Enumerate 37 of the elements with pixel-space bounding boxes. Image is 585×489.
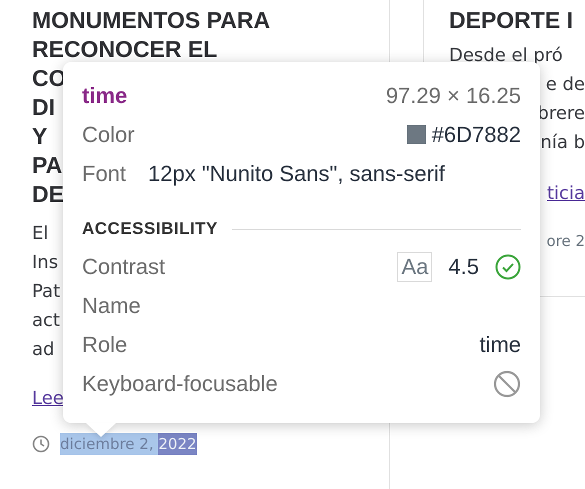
date-text: diciembre 2,	[60, 433, 158, 455]
property-value: time	[479, 332, 521, 358]
property-value: 12px "Nunito Sans", sans-serif	[148, 160, 445, 186]
article-text: nía b	[540, 131, 585, 155]
date-text: ore 2	[546, 231, 585, 252]
article-title: MONUMENTOS PARA	[32, 6, 270, 35]
check-circle-icon	[495, 254, 521, 280]
article-title: RECONOCER EL	[32, 35, 218, 64]
date-text: 2022	[158, 433, 197, 455]
article-text: Ins	[32, 251, 58, 275]
property-label: Name	[82, 292, 141, 318]
property-label: Keyboard-focusable	[82, 370, 278, 396]
element-size: 97.29 × 16.25	[386, 82, 521, 108]
article-text: Pat	[32, 280, 60, 304]
article-text: Desde el pró	[449, 44, 563, 68]
article-text: e de	[546, 73, 585, 97]
property-label: Color	[82, 122, 135, 148]
read-more-link[interactable]: Lee	[32, 384, 64, 413]
color-value: #6D7882	[432, 122, 521, 148]
element-tag: time	[82, 82, 128, 108]
article-title: DI	[32, 93, 55, 122]
article-title: DE	[32, 180, 64, 209]
article-title: DEPORTE I	[449, 6, 573, 35]
article-title: Y	[32, 122, 48, 151]
contrast-value: 4.5	[448, 254, 479, 280]
section-title: ACCESSIBILITY	[82, 219, 218, 239]
clock-icon	[32, 435, 50, 453]
article-text: ad	[32, 338, 54, 362]
article-title: PA	[32, 151, 62, 180]
ban-icon	[493, 370, 521, 398]
article-text: act	[32, 309, 60, 333]
contrast-sample: Aa	[397, 252, 432, 282]
property-label: Role	[82, 332, 128, 358]
article-text: El	[32, 222, 48, 246]
read-more-link[interactable]: ticia	[547, 179, 585, 208]
property-label: Font	[82, 160, 126, 186]
property-label: Contrast	[82, 254, 166, 280]
